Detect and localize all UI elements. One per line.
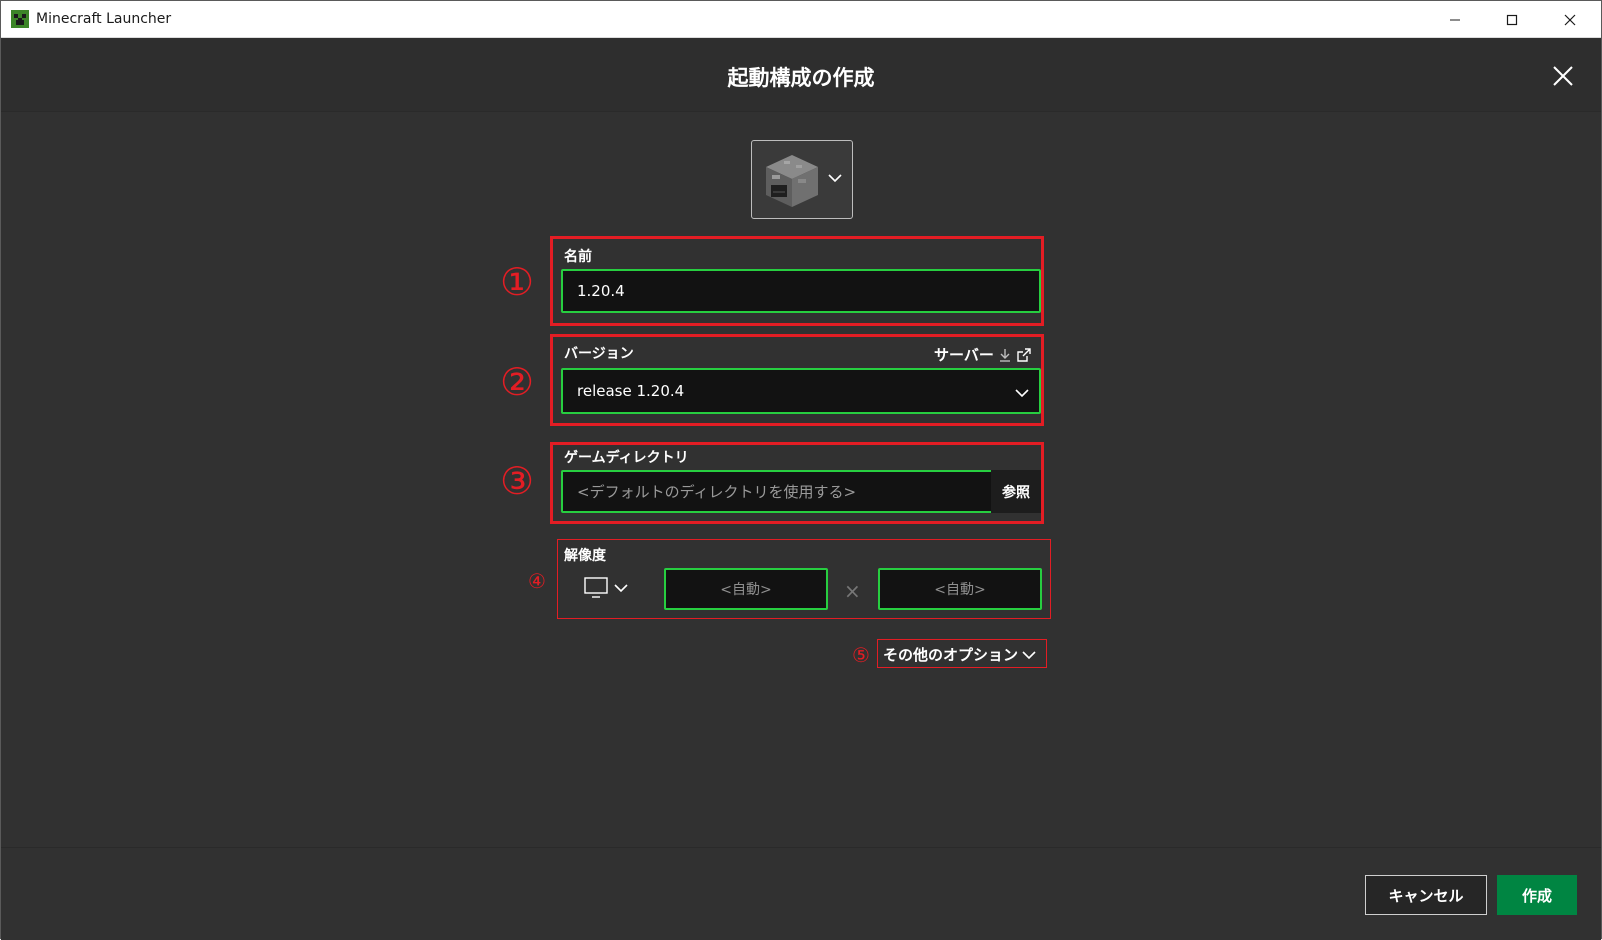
- chevron-down-icon: [1022, 650, 1036, 659]
- server-download-link[interactable]: サーバー: [934, 344, 1032, 365]
- resolution-width-value: <自動>: [720, 582, 772, 598]
- title-bar: Minecraft Launcher: [1, 1, 1601, 38]
- resolution-height-value: <自動>: [934, 582, 986, 598]
- minimize-icon: [1450, 19, 1460, 20]
- chevron-down-icon: [828, 174, 842, 183]
- annotation-number-1: ①: [500, 260, 535, 304]
- chevron-down-icon: [614, 584, 628, 593]
- version-value: release 1.20.4: [577, 382, 685, 400]
- maximize-button[interactable]: [1489, 1, 1535, 38]
- minimize-button[interactable]: [1432, 1, 1478, 38]
- minecraft-creeper-icon: [11, 10, 29, 28]
- dialog-footer: [1, 847, 1601, 940]
- name-label: 名前: [564, 249, 592, 265]
- dialog-header: 起動構成の作成: [1, 38, 1601, 112]
- close-icon: [1564, 14, 1576, 25]
- download-icon: [999, 348, 1010, 362]
- game-dir-label: ゲームディレクトリ: [564, 450, 689, 466]
- launcher-window: Minecraft Launcher 起動構成の作成 ① 名前 1.20.4 ②…: [0, 0, 1602, 940]
- game-dir-input[interactable]: <デフォルトのディレクトリを使用する>: [561, 470, 993, 513]
- profile-icon-picker[interactable]: [751, 140, 853, 219]
- annotation-number-5: ⑤: [852, 643, 870, 667]
- resolution-height-input[interactable]: <自動>: [878, 568, 1042, 610]
- window-close-button[interactable]: [1547, 1, 1593, 38]
- browse-button[interactable]: 参照: [991, 470, 1041, 513]
- chevron-down-icon: [1015, 389, 1029, 398]
- resolution-label: 解像度: [564, 548, 606, 564]
- annotation-number-2: ②: [500, 360, 535, 404]
- cancel-button[interactable]: キャンセル: [1365, 875, 1487, 915]
- resolution-separator: ×: [844, 579, 861, 603]
- create-button[interactable]: 作成: [1497, 875, 1577, 915]
- furnace-icon: [766, 155, 818, 207]
- version-select[interactable]: release 1.20.4: [561, 368, 1041, 414]
- dialog-title: 起動構成の作成: [727, 66, 875, 90]
- external-link-icon[interactable]: [1016, 347, 1032, 363]
- resolution-width-input[interactable]: <自動>: [664, 568, 828, 610]
- name-value: 1.20.4: [577, 282, 625, 300]
- window-title: Minecraft Launcher: [36, 11, 172, 27]
- resolution-preset-dropdown[interactable]: [584, 577, 628, 599]
- annotation-number-4: ④: [528, 569, 546, 593]
- more-options-label: その他のオプション: [883, 646, 1019, 664]
- close-icon[interactable]: [1551, 64, 1575, 88]
- game-dir-placeholder: <デフォルトのディレクトリを使用する>: [577, 483, 857, 501]
- maximize-icon: [1506, 14, 1518, 25]
- name-input[interactable]: 1.20.4: [561, 269, 1041, 313]
- monitor-icon: [584, 577, 608, 598]
- server-link-label: サーバー: [934, 346, 994, 364]
- more-options-toggle[interactable]: その他のオプション: [883, 644, 1036, 665]
- version-label: バージョン: [564, 346, 634, 362]
- annotation-number-3: ③: [500, 459, 535, 503]
